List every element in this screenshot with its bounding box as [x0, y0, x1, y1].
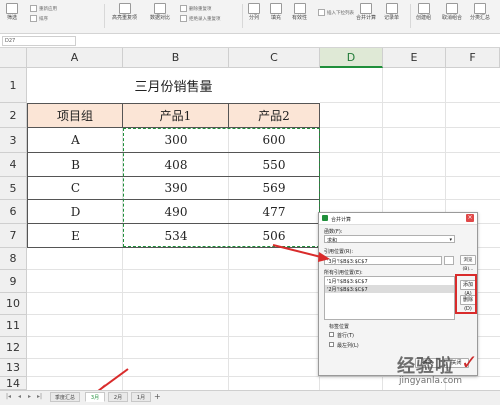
checkmark-icon: ✓	[461, 350, 478, 374]
arrow-to-ref-input	[272, 244, 326, 259]
sheet-tab-bar: |◂ ◂ ▸ ▸| 季度汇总 3月 2月 1月 +	[0, 390, 500, 405]
watermark-logo: 经验啦 ✓ jingyanla.com	[397, 350, 478, 386]
sheet-tab-february[interactable]: 2月	[108, 392, 128, 402]
sheet-tab-summary[interactable]: 季度汇总	[50, 392, 80, 402]
sheet-tab-january[interactable]: 1月	[131, 392, 151, 402]
sheet-tab-march[interactable]: 3月	[85, 392, 105, 402]
tab-scroll-last-icon[interactable]: ▸|	[37, 393, 42, 400]
tab-scroll-prev-icon[interactable]: ◂	[18, 393, 21, 400]
add-sheet-icon[interactable]: +	[154, 392, 161, 401]
tab-scroll-first-icon[interactable]: |◂	[6, 393, 11, 400]
annotation-arrows	[94, 244, 330, 394]
arrowhead-icon	[318, 252, 330, 262]
tab-scroll-next-icon[interactable]: ▸	[28, 393, 31, 400]
